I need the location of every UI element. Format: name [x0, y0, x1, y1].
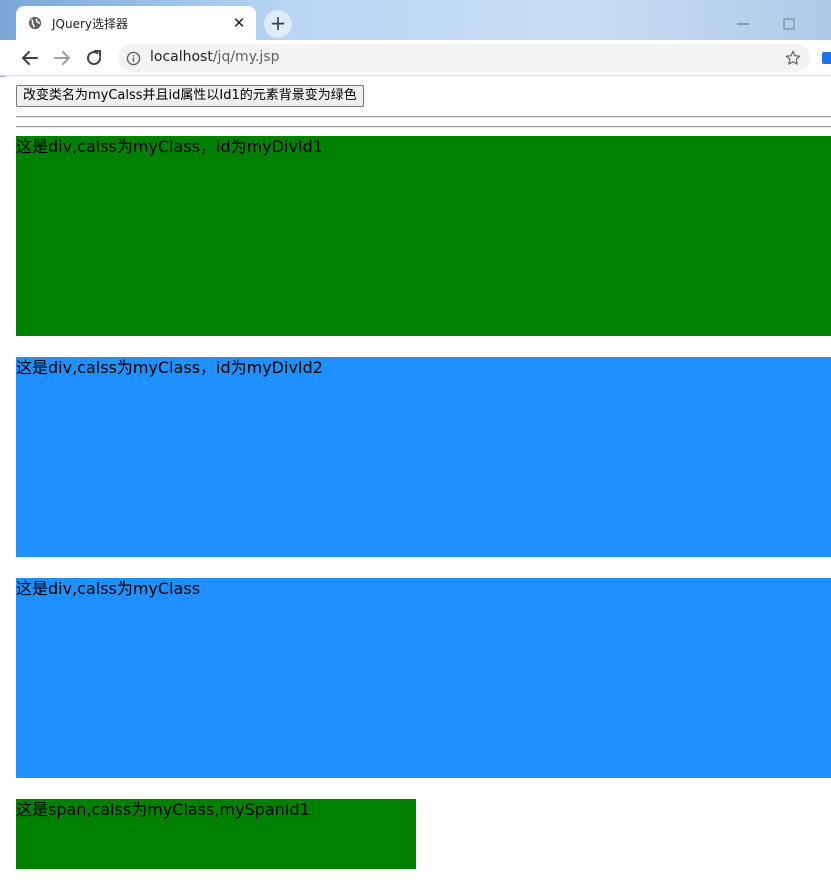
divider	[16, 116, 831, 118]
browser-tab[interactable]: JQuery选择器 ✕	[16, 6, 256, 40]
url-host: localhost	[150, 49, 213, 65]
divider	[16, 126, 831, 128]
close-icon[interactable]: ✕	[230, 14, 248, 32]
info-icon[interactable]	[126, 51, 141, 66]
span-block-mySpanId1: 这是span,calss为myClass,mySpanId1	[16, 799, 416, 869]
star-icon[interactable]	[784, 49, 802, 67]
url-path: /jq/my.jsp	[212, 49, 280, 65]
back-icon[interactable]	[18, 46, 42, 70]
tab-title: JQuery选择器	[52, 17, 129, 31]
block-text: 这是div,calss为myClass，id为myDivId1	[16, 137, 323, 156]
extension-icon[interactable]	[822, 52, 831, 64]
globe-icon	[28, 16, 42, 30]
div-block-myClass: 这是div,calss为myClass	[16, 578, 831, 778]
page-content: 改变类名为myCalss并且id属性以Id1的元素背景变为绿色 这是div,ca…	[0, 77, 831, 889]
address-bar[interactable]: localhost/jq/my.jsp	[118, 44, 810, 72]
change-background-button[interactable]: 改变类名为myCalss并且id属性以Id1的元素背景变为绿色	[16, 85, 364, 107]
div-block-myDivId2: 这是div,calss为myClass，id为myDivId2	[16, 357, 831, 557]
forward-icon[interactable]	[50, 46, 74, 70]
block-text: 这是div,calss为myClass	[16, 579, 201, 598]
div-block-myDivId1: 这是div,calss为myClass，id为myDivId1	[16, 136, 831, 336]
minimize-icon[interactable]	[736, 18, 750, 30]
reload-icon[interactable]	[82, 46, 106, 70]
plus-icon[interactable]: +	[264, 10, 292, 38]
url-text: localhost/jq/my.jsp	[150, 49, 280, 65]
maximize-icon[interactable]	[782, 18, 796, 30]
tab-strip: JQuery选择器 ✕ +	[0, 0, 831, 40]
block-text: 这是div,calss为myClass，id为myDivId2	[16, 358, 323, 377]
block-text: 这是span,calss为myClass,mySpanId1	[16, 800, 310, 819]
browser-toolbar: localhost/jq/my.jsp	[0, 40, 831, 76]
